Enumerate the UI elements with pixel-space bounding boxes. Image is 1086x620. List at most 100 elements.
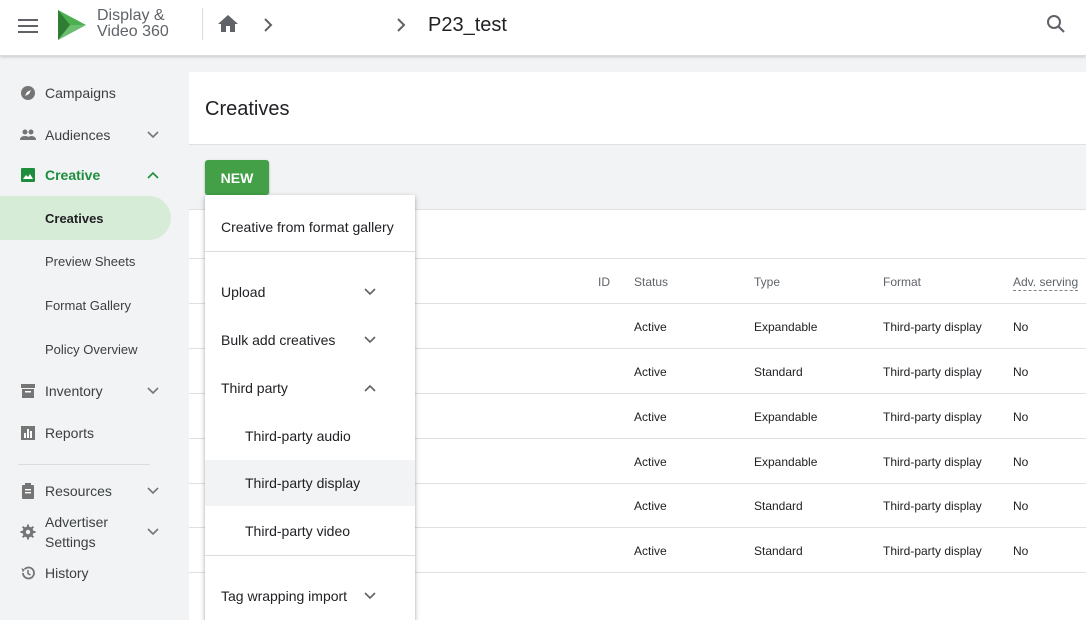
cell-adv-serving: No bbox=[1013, 320, 1029, 334]
menu-item-third-party-audio[interactable]: Third-party audio bbox=[205, 413, 415, 459]
home-icon[interactable] bbox=[218, 14, 238, 34]
chevron-down-icon bbox=[364, 336, 376, 344]
column-header-format[interactable]: Format bbox=[883, 275, 921, 289]
top-app-bar: Display & Video 360 P23_test bbox=[0, 0, 1086, 56]
sidebar-subitem-format-gallery[interactable]: Format Gallery bbox=[0, 283, 171, 327]
menu-item-label: Tag wrapping import bbox=[221, 588, 348, 604]
cell-status: Active bbox=[634, 455, 667, 469]
page-title: P23_test bbox=[428, 14, 507, 36]
column-header-id[interactable]: ID bbox=[598, 275, 610, 289]
sidebar-item-history[interactable]: History bbox=[0, 555, 188, 591]
people-icon bbox=[20, 129, 36, 140]
menu-item-label: Third-party video bbox=[245, 523, 351, 539]
chevron-up-icon[interactable] bbox=[147, 171, 159, 179]
menu-item-bulk-add-creatives[interactable]: Bulk add creatives bbox=[205, 317, 415, 363]
search-icon[interactable] bbox=[1046, 14, 1066, 34]
sidebar-item-inventory[interactable]: Inventory bbox=[0, 373, 188, 409]
sidebar-subitem-creatives[interactable]: Creatives bbox=[0, 196, 171, 240]
cell-adv-serving: No bbox=[1013, 544, 1029, 558]
column-header-adv-serving[interactable]: Adv. serving bbox=[1013, 275, 1079, 291]
cell-status: Active bbox=[634, 320, 667, 334]
cell-type: Standard bbox=[754, 365, 803, 379]
compass-icon bbox=[21, 86, 35, 100]
header-divider bbox=[202, 8, 203, 40]
cell-format: Third-party display bbox=[883, 320, 982, 334]
sidebar-subitem-preview-sheets[interactable]: Preview Sheets bbox=[0, 239, 171, 283]
sidebar-item-label: History bbox=[45, 565, 89, 581]
sidebar-item-label: Inventory bbox=[45, 383, 103, 399]
chevron-down-icon[interactable] bbox=[147, 387, 159, 395]
sidebar-item-campaigns[interactable]: Campaigns bbox=[0, 75, 188, 111]
new-button[interactable]: NEW bbox=[205, 160, 269, 195]
sidebar-item-creative[interactable]: Creative bbox=[0, 157, 188, 193]
sidebar-nav: Campaigns Audiences Creative Creatives P… bbox=[0, 56, 188, 620]
menu-item-creative-from-format-gallery[interactable]: Creative from format gallery bbox=[205, 204, 415, 250]
sidebar-item-audiences[interactable]: Audiences bbox=[0, 117, 188, 153]
cell-adv-serving: No bbox=[1013, 455, 1029, 469]
sidebar-item-label: Creative bbox=[45, 167, 101, 183]
breadcrumb-chevron-right-icon[interactable] bbox=[396, 17, 406, 33]
sidebar-item-label-line1: Advertiser bbox=[45, 514, 109, 530]
product-name: Display & Video 360 bbox=[97, 8, 169, 40]
cell-format: Third-party display bbox=[883, 410, 982, 424]
column-header-status[interactable]: Status bbox=[634, 275, 668, 289]
gear-icon bbox=[20, 524, 36, 540]
chevron-down-icon[interactable] bbox=[147, 131, 159, 139]
sidebar-subitem-policy-overview[interactable]: Policy Overview bbox=[0, 327, 171, 371]
sidebar-item-label: Campaigns bbox=[45, 85, 116, 101]
display-video-360-logo[interactable] bbox=[56, 8, 88, 42]
cell-status: Active bbox=[634, 365, 667, 379]
sidebar-subitem-label: Format Gallery bbox=[45, 297, 131, 313]
menu-item-third-party-display[interactable]: Third-party display bbox=[205, 460, 415, 506]
sidebar-item-label: Reports bbox=[45, 425, 95, 441]
menu-item-tag-wrapping-import[interactable]: Tag wrapping import bbox=[205, 573, 415, 619]
menu-item-label: Third-party display bbox=[245, 475, 361, 491]
cell-adv-serving: No bbox=[1013, 410, 1029, 424]
sidebar-item-reports[interactable]: Reports bbox=[0, 415, 188, 451]
cell-type: Expandable bbox=[754, 455, 818, 469]
sidebar-item-advertiser-settings[interactable]: Advertiser Settings bbox=[0, 512, 188, 552]
sidebar-item-label: Resources bbox=[45, 483, 112, 499]
history-icon bbox=[21, 566, 35, 580]
cell-format: Third-party display bbox=[883, 365, 982, 379]
sidebar-subitem-label: Policy Overview bbox=[45, 341, 138, 357]
sidebar-item-label: Audiences bbox=[45, 127, 111, 143]
cell-status: Active bbox=[634, 410, 667, 424]
section-title: Creatives bbox=[205, 98, 290, 120]
cell-type: Expandable bbox=[754, 320, 818, 334]
chevron-down-icon[interactable] bbox=[147, 487, 159, 495]
menu-item-label: Creative from format gallery bbox=[221, 219, 394, 235]
breadcrumb-chevron-right-icon[interactable] bbox=[263, 17, 273, 33]
sidebar-item-label-line2: Settings bbox=[45, 534, 96, 550]
cell-adv-serving: No bbox=[1013, 365, 1029, 379]
menu-item-upload[interactable]: Upload bbox=[205, 269, 415, 315]
cell-type: Expandable bbox=[754, 410, 818, 424]
menu-divider bbox=[205, 251, 415, 252]
menu-item-third-party-video[interactable]: Third-party video bbox=[205, 508, 415, 554]
cell-status: Active bbox=[634, 499, 667, 513]
sidebar-subitem-label: Creatives bbox=[45, 210, 104, 226]
cell-type: Standard bbox=[754, 544, 803, 558]
sidebar-subitem-label: Preview Sheets bbox=[45, 253, 136, 269]
cell-type: Standard bbox=[754, 499, 803, 513]
clipboard-icon bbox=[22, 483, 34, 499]
cell-format: Third-party display bbox=[883, 544, 982, 558]
hamburger-menu-icon[interactable] bbox=[16, 14, 40, 38]
bar-chart-icon bbox=[21, 426, 35, 440]
chevron-down-icon bbox=[364, 592, 376, 600]
column-header-type[interactable]: Type bbox=[754, 275, 780, 289]
menu-item-third-party[interactable]: Third party bbox=[205, 365, 415, 411]
menu-divider bbox=[205, 555, 415, 556]
menu-item-label: Third party bbox=[221, 380, 288, 396]
cell-format: Third-party display bbox=[883, 455, 982, 469]
chevron-down-icon bbox=[364, 288, 376, 296]
menu-item-label: Upload bbox=[221, 284, 266, 300]
inventory-icon bbox=[21, 384, 35, 398]
sidebar-item-resources[interactable]: Resources bbox=[0, 473, 188, 509]
image-icon bbox=[21, 168, 35, 182]
brand-line-2: Video 360 bbox=[97, 23, 169, 40]
new-creative-menu: Creative from format gallery Upload Bulk… bbox=[205, 195, 415, 620]
chevron-up-icon bbox=[364, 384, 376, 392]
cell-adv-serving: No bbox=[1013, 499, 1029, 513]
chevron-down-icon[interactable] bbox=[147, 528, 159, 536]
